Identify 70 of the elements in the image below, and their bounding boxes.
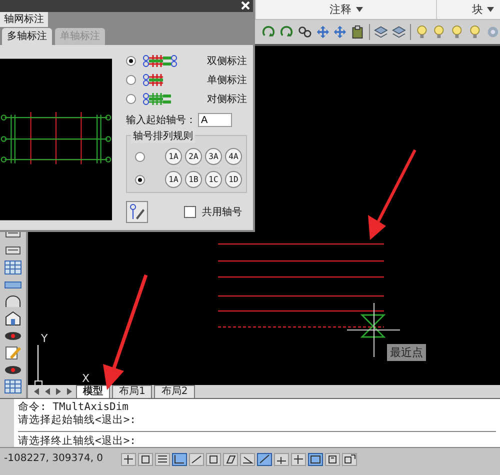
checkbox-label: 共用轴号	[202, 206, 242, 219]
axis-bubble: 1C	[205, 171, 222, 188]
drafting-toggle-icon[interactable]	[189, 453, 204, 466]
link-icon[interactable]	[298, 24, 312, 40]
drafting-toggle-icon[interactable]	[291, 453, 306, 466]
drafting-toggle-icon[interactable]	[223, 453, 238, 466]
drafting-toggle-icon[interactable]	[138, 453, 154, 466]
radio-button[interactable]	[126, 56, 136, 66]
drafting-toggle-icon[interactable]	[257, 453, 272, 466]
opposite-side-axis-icon	[142, 92, 172, 106]
axis-bubble: 4A	[225, 148, 242, 165]
drafting-toggle-icon[interactable]	[121, 453, 136, 466]
command-history-line: 请选择起始轴线<退出>:	[18, 414, 137, 427]
ucs-label: Y	[41, 332, 48, 345]
crosshair-cursor-icon	[346, 302, 400, 358]
double-side-axis-icon	[142, 54, 177, 68]
drafting-toggle-icon[interactable]	[172, 453, 188, 466]
drafting-toggle-icon[interactable]	[240, 453, 256, 466]
bulb-icon[interactable]	[450, 24, 464, 40]
axis-bubble: 2A	[185, 148, 202, 165]
drafting-toggle-icon[interactable]	[308, 453, 324, 466]
layout-tab[interactable]: 布局1	[112, 385, 152, 398]
single-side-axis-icon	[142, 72, 164, 86]
coordinates-readout: -108227, 309374, 0	[3, 453, 104, 464]
clipboard-icon[interactable]	[351, 24, 366, 40]
axis-bubble: 3A	[205, 148, 222, 165]
dialog-tab[interactable]: 多轴标注	[2, 28, 52, 45]
drafting-toggle-icon[interactable]	[342, 453, 358, 466]
group-title: 轴号排列规则	[131, 129, 195, 143]
pencil-icon[interactable]	[4, 345, 22, 360]
field-label: 输入起始轴号：	[126, 114, 196, 127]
drafting-toggle-icon[interactable]	[155, 453, 170, 466]
start-axis-field[interactable]: A	[198, 113, 232, 127]
option-label: 双侧标注	[207, 54, 247, 68]
drafting-toggle-icon[interactable]	[206, 453, 222, 466]
axis-bubble: 1A	[165, 148, 182, 165]
checkbox[interactable]	[184, 206, 196, 218]
close-icon[interactable]	[241, 1, 250, 10]
pick-button[interactable]	[126, 201, 148, 223]
table-icon[interactable]	[4, 260, 22, 275]
radio-button[interactable]	[135, 174, 145, 184]
command-prompt[interactable]: 请选择终止轴线<退出>:	[18, 435, 496, 448]
drafting-toggle-icon[interactable]	[274, 453, 290, 466]
dialog-title: 轴网标注	[0, 12, 48, 27]
bulb-icon[interactable]	[414, 24, 428, 40]
option-label: 对侧标注	[207, 92, 247, 106]
table-icon[interactable]	[4, 379, 22, 394]
option-label: 单侧标注	[207, 74, 247, 86]
radio-button[interactable]	[126, 94, 136, 104]
axis-bubble: 1D	[225, 171, 242, 188]
bulb-icon[interactable]	[432, 24, 446, 40]
layers-icon[interactable]	[374, 24, 388, 40]
radio-button[interactable]	[126, 74, 136, 84]
layout-tab[interactable]: 布局2	[154, 385, 195, 398]
y-axis-line	[37, 345, 39, 381]
snap-tooltip: 最近点	[387, 344, 426, 361]
caret-icon[interactable]	[356, 7, 362, 12]
drafting-toggle-icon[interactable]	[325, 453, 340, 466]
bulb-icon[interactable]	[468, 24, 482, 40]
radio-button[interactable]	[135, 152, 145, 162]
axis-bubble: 1B	[185, 171, 202, 188]
house-icon[interactable]	[4, 311, 22, 326]
layout-tab[interactable]: 模型	[76, 385, 110, 398]
panel-title[interactable]: 块	[436, 0, 500, 19]
axis-bubble: 1A	[165, 171, 182, 188]
command-history-line: 命令: TMultAxisDim	[18, 401, 130, 414]
pick-icon	[129, 204, 145, 220]
caret-icon[interactable]	[487, 7, 494, 12]
ucs-label: X	[82, 372, 90, 385]
layers-icon[interactable]	[392, 24, 406, 40]
